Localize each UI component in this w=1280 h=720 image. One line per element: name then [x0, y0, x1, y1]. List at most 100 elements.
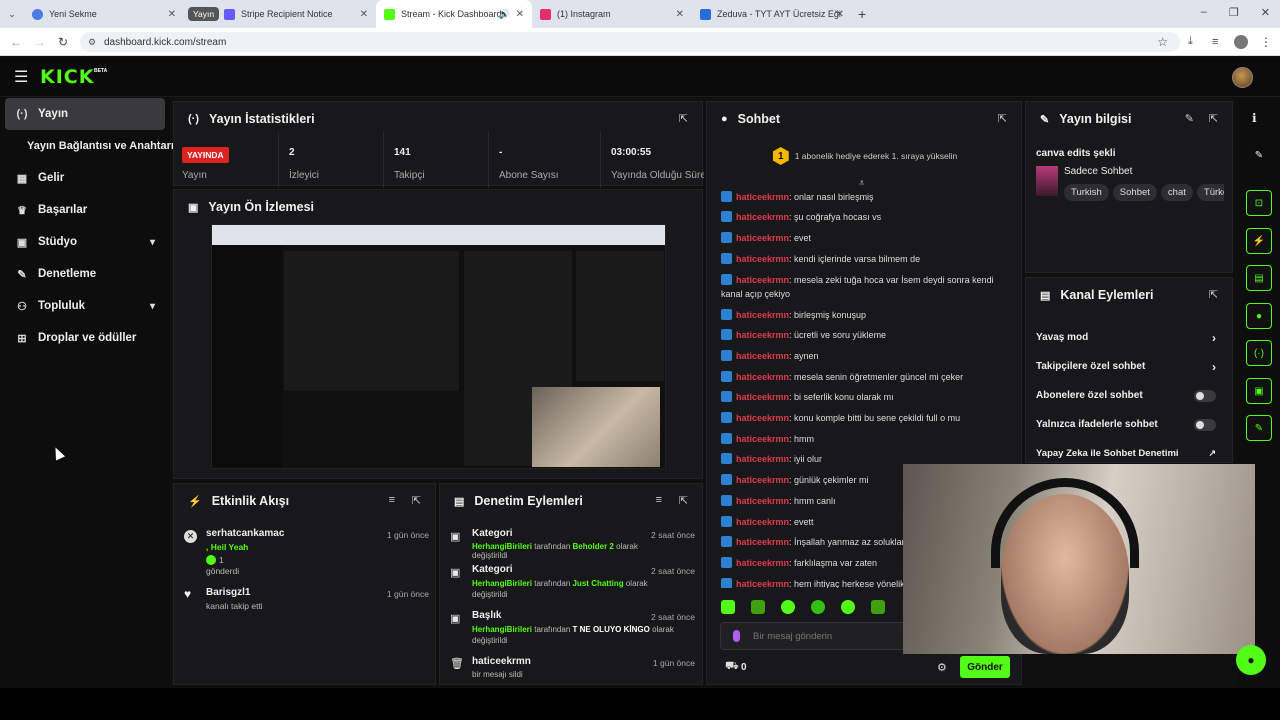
browser-tab-active[interactable]: Stream - Kick Dashboard 🔊 ✕ [376, 0, 532, 28]
emote-icon[interactable] [721, 600, 735, 614]
rank-badge: 1 [772, 147, 789, 165]
sidebar-item-studyo[interactable]: ▣ Stüdyo ▾ [5, 226, 165, 258]
browser-tab[interactable]: Stripe Recipient Notice ✕ [216, 0, 376, 28]
sidebar-item-gelir[interactable]: ▦ Gelir [5, 162, 165, 194]
maximize-icon[interactable]: ❐ [1229, 6, 1239, 19]
gift-sub-banner[interactable]: 1 1 abonelik hediye ederek 1. sıraya yük… [707, 138, 1021, 174]
chat-message-input[interactable] [753, 628, 913, 644]
broadcast-icon: (·) [16, 108, 28, 120]
user-avatar[interactable] [1232, 67, 1253, 88]
emote-icon[interactable] [871, 600, 885, 614]
emote-icon[interactable] [841, 600, 855, 614]
rail-wrench-icon[interactable]: ✎ [1246, 415, 1272, 441]
extensions-icon[interactable]: ≡ [1212, 36, 1218, 48]
sidebar-item-stream-key[interactable]: Yayın Bağlantısı ve Anahtarı [5, 130, 174, 162]
rail-moderation-icon[interactable]: ▣ [1246, 378, 1272, 404]
tag[interactable]: Turkish [1064, 184, 1109, 201]
popout-icon[interactable]: ⇱ [998, 112, 1007, 125]
rail-bolt-icon[interactable]: ⚡ [1246, 228, 1272, 254]
close-tab-icon[interactable]: ✕ [836, 9, 844, 20]
wrench-icon: ✎ [17, 268, 27, 281]
sidebar-item-denetleme[interactable]: ✎ Denetleme [5, 258, 165, 290]
chevron-down-icon: ▾ [149, 300, 155, 312]
rail-chat-icon[interactable]: ● [1246, 303, 1272, 329]
minimize-icon[interactable]: – [1201, 6, 1207, 19]
tag[interactable]: Türkç [1196, 184, 1224, 201]
emote-icon[interactable] [811, 600, 825, 614]
filter-icon[interactable]: ≡ [656, 494, 662, 506]
tag[interactable]: chat [1160, 184, 1193, 201]
close-tab-icon[interactable]: ✕ [168, 9, 176, 20]
tab-search-icon[interactable]: ⌄ [0, 9, 24, 20]
emotes-only-toggle[interactable] [1194, 418, 1216, 431]
chevron-down-icon: ▾ [149, 236, 155, 248]
filter-icon[interactable]: ≡ [389, 494, 395, 506]
forward-icon[interactable]: → [34, 35, 46, 49]
new-tab-icon[interactable]: + [858, 6, 866, 22]
microphone-icon[interactable] [733, 630, 740, 642]
chat-badge-icon [721, 495, 732, 506]
chat-settings-icon[interactable]: ⚙ [937, 661, 947, 674]
rail-notes-icon[interactable]: ▤ [1246, 265, 1272, 291]
subscribers-only-toggle[interactable] [1194, 389, 1216, 402]
chat-message: haticeekrmn: ücretli ve soru yükleme [721, 328, 1011, 342]
rail-edit-icon[interactable]: ✎ [1246, 142, 1272, 168]
popout-icon[interactable]: ⇱ [1209, 288, 1218, 301]
popout-icon[interactable]: ⇱ [679, 112, 688, 125]
download-icon[interactable]: ⤓ [1188, 35, 1193, 48]
close-window-icon[interactable]: ✕ [1261, 6, 1270, 19]
ai-moderation-row[interactable]: Yapay Zeka ile Sohbet Denetimi ↗ [1036, 448, 1216, 459]
tag-list: TurkishSohbetchatTürkç [1064, 182, 1224, 201]
browser-menu-icon[interactable]: ⋮ [1260, 35, 1272, 49]
popout-icon[interactable]: ⇱ [412, 494, 421, 507]
browser-tab[interactable]: (1) Instagram ✕ [532, 0, 692, 28]
browser-tab[interactable]: Zeduva - TYT AYT Ücretsiz Eği ✕ [692, 0, 852, 28]
followers-only-row[interactable]: Takipçilere özel sohbet › [1036, 360, 1216, 374]
speaker-icon[interactable]: 🔊 [499, 9, 510, 20]
rail-broadcast-icon[interactable]: (·) [1246, 340, 1272, 366]
emote-icon[interactable] [751, 600, 765, 614]
chat-message: haticeekrmn: birleşmiş konuşup [721, 308, 1011, 322]
back-icon[interactable]: ← [10, 35, 22, 49]
close-tab-icon[interactable]: ✕ [516, 9, 524, 20]
activity-feed-panel: ⚡ Etkinlik Akışı ≡ ⇱ ✕ serhatcankamac , H… [173, 483, 436, 685]
edit-icon[interactable]: ✎ [1185, 112, 1194, 125]
slow-mode-row[interactable]: Yavaş mod › [1036, 331, 1216, 345]
popout-icon[interactable]: ⇱ [679, 494, 688, 507]
bolt-icon: ⚡ [188, 495, 202, 508]
browser-tab[interactable]: Yeni Sekme ✕ [24, 0, 184, 28]
sidebar-item-basarilar[interactable]: ♛ Başarılar [5, 194, 165, 226]
chat-message: haticeekrmn: bi seferlik konu olarak mı [721, 390, 1011, 404]
send-button[interactable]: Gönder [960, 656, 1010, 678]
sidebar-item-yayin[interactable]: (·) Yayın [5, 98, 165, 130]
sidebar-item-topluluk[interactable]: ⚇ Topluluk ▾ [5, 290, 165, 322]
revenue-icon: ▦ [16, 172, 28, 185]
floating-chat-button[interactable]: ● [1236, 645, 1266, 675]
info-icon[interactable]: ℹ [1252, 111, 1257, 125]
category-name: Sadece Sohbet [1064, 166, 1133, 177]
browser-tab-bar: ⌄ Yeni Sekme ✕ Yayın Stripe Recipient Not… [0, 0, 1280, 28]
bookmark-star-icon[interactable]: ☆ [1157, 35, 1168, 49]
popout-icon[interactable]: ⇱ [1209, 112, 1218, 125]
channel-actions-icon: ▤ [1040, 289, 1051, 302]
close-tab-icon[interactable]: ✕ [360, 9, 368, 20]
kick-logo[interactable]: KICK [40, 66, 94, 88]
browser-tab-group[interactable]: Yayın [184, 0, 220, 28]
site-info-icon[interactable]: ⚙ [88, 37, 96, 48]
emote-icon[interactable] [781, 600, 795, 614]
instagram-icon [540, 8, 551, 20]
url-field[interactable]: ⚙ dashboard.kick.com/stream ☆ [80, 32, 1180, 52]
stat-live: YAYINDA Yayın [174, 132, 278, 188]
rail-capture-icon[interactable]: ⊡ [1246, 190, 1272, 216]
reload-icon[interactable]: ↻ [58, 35, 68, 49]
profile-avatar[interactable] [1234, 34, 1248, 49]
points-icon[interactable]: ⛟ [725, 660, 739, 674]
tag[interactable]: Sohbet [1112, 184, 1157, 201]
close-tab-icon[interactable]: ✕ [676, 9, 684, 20]
stream-stats-panel: (·) Yayın İstatistikleri ⇱ YAYINDA Yayın … [173, 101, 704, 188]
sidebar-item-droplar[interactable]: ⊞ Droplar ve ödüller [5, 322, 165, 354]
stream-preview-video[interactable] [211, 224, 666, 469]
hamburger-menu-icon[interactable]: ☰ [14, 67, 28, 87]
channel-actions-panel: ▤ Kanal Eylemleri ⇱ Yavaş mod › Takipçiler… [1025, 277, 1233, 463]
stripe-icon [224, 8, 235, 20]
